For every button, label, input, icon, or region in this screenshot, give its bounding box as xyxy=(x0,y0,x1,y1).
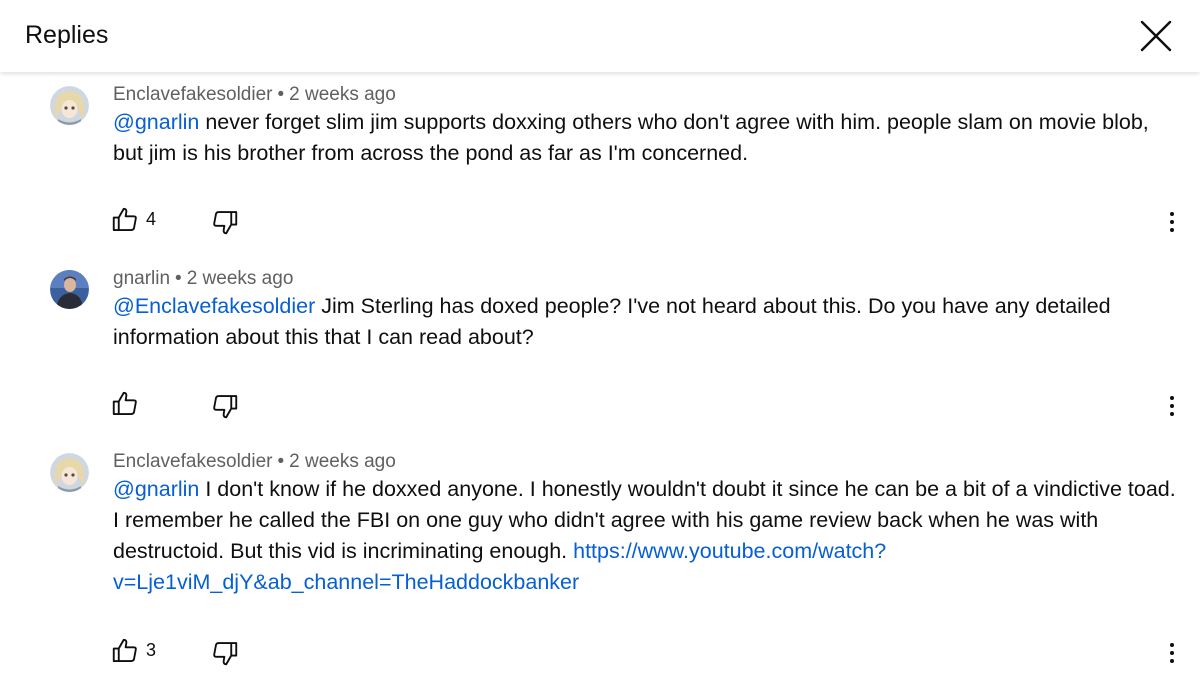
replies-header: Replies xyxy=(0,0,1200,72)
mention-link[interactable]: @gnarlin xyxy=(113,110,199,134)
thumbs-up-icon xyxy=(112,638,137,662)
mention-link[interactable]: @gnarlin xyxy=(113,477,199,501)
like-count: 4 xyxy=(146,209,157,229)
author-name[interactable]: gnarlin xyxy=(113,268,170,289)
comment-meta: Enclavefakesoldier • 2 weeks ago xyxy=(113,449,396,475)
like-button[interactable] xyxy=(110,205,140,235)
like-button[interactable] xyxy=(110,636,140,666)
comment-meta: gnarlin • 2 weeks ago xyxy=(113,266,293,292)
comment-actions: 3 xyxy=(0,636,1200,670)
more-vertical-icon xyxy=(1170,396,1174,416)
thumbs-down-icon xyxy=(213,211,238,235)
author-name[interactable]: Enclavefakesoldier xyxy=(113,451,272,472)
more-actions-button[interactable] xyxy=(1160,207,1184,237)
comment-time[interactable]: 2 weeks ago xyxy=(289,451,396,472)
avatar[interactable] xyxy=(50,86,89,125)
mention-link[interactable]: @Enclavefakesoldier xyxy=(113,294,315,318)
like-count: 3 xyxy=(146,640,157,660)
avatar[interactable] xyxy=(50,270,89,309)
thumbs-up-icon xyxy=(112,207,137,231)
comment-text: @Enclavefakesoldier Jim Sterling has dox… xyxy=(113,291,1178,353)
meta-separator: • xyxy=(277,451,285,472)
thumbs-down-icon xyxy=(213,642,238,666)
more-vertical-icon xyxy=(1170,643,1174,663)
author-name[interactable]: Enclavefakesoldier xyxy=(113,84,272,105)
more-actions-button[interactable] xyxy=(1160,391,1184,421)
like-button[interactable] xyxy=(110,389,140,419)
comment-time[interactable]: 2 weeks ago xyxy=(187,268,294,289)
dislike-button[interactable] xyxy=(210,207,240,237)
thumbs-down-icon xyxy=(213,395,238,419)
comment-time[interactable]: 2 weeks ago xyxy=(289,84,396,105)
comment-meta: Enclavefakesoldier • 2 weeks ago xyxy=(113,82,396,108)
meta-separator: • xyxy=(277,84,285,105)
comment-text: @gnarlin never forget slim jim supports … xyxy=(113,107,1178,169)
comment-text: @gnarlin I don't know if he doxxed anyon… xyxy=(113,474,1178,598)
dislike-button[interactable] xyxy=(210,638,240,668)
more-vertical-icon xyxy=(1170,212,1174,232)
thumbs-up-icon xyxy=(112,391,137,415)
comment-actions xyxy=(0,389,1200,423)
dislike-button[interactable] xyxy=(210,391,240,421)
avatar[interactable] xyxy=(50,453,89,492)
page-title: Replies xyxy=(25,21,109,49)
meta-separator: • xyxy=(175,268,182,289)
more-actions-button[interactable] xyxy=(1160,638,1184,668)
comment-body: never forget slim jim supports doxxing o… xyxy=(113,110,1149,165)
close-button[interactable] xyxy=(1136,16,1176,56)
comment-actions: 4 xyxy=(0,205,1200,239)
close-icon xyxy=(1140,20,1172,52)
